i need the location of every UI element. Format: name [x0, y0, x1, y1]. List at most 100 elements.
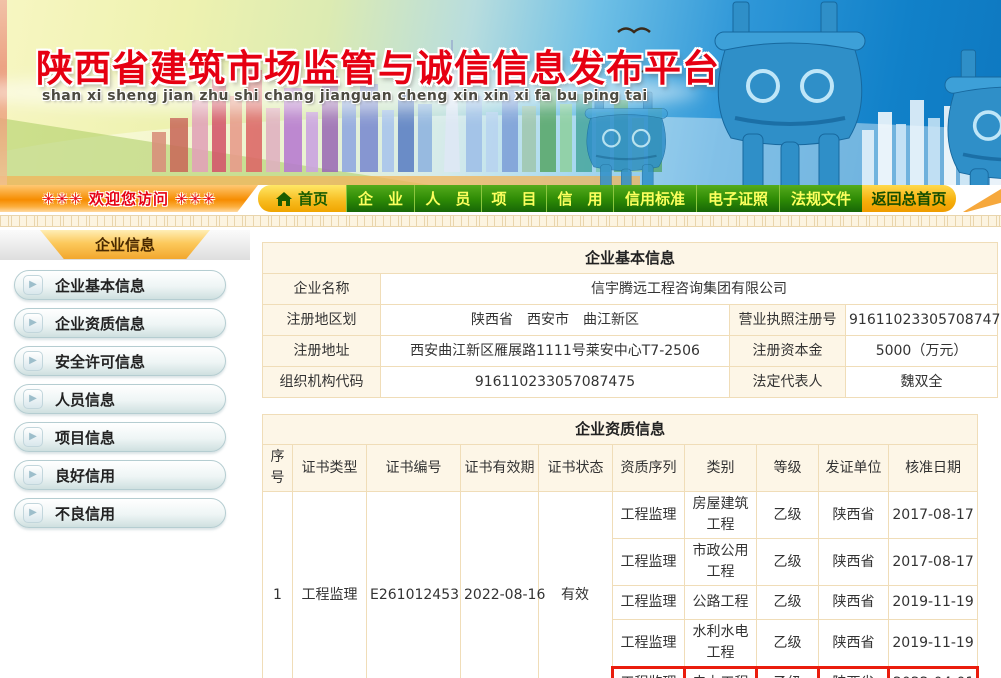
sidebar-tab-enterprise-info: 企业信息	[40, 230, 210, 259]
sidebar-item-basic-info[interactable]: ▶ 企业基本信息	[14, 270, 226, 300]
qualification-table: 企业资质信息 序号 证书类型 证书编号 证书有效期 证书状态 资质序列 类别 等…	[262, 414, 979, 678]
qualification-title: 企业资质信息	[263, 415, 978, 445]
arrow-right-icon: ▶	[23, 351, 43, 371]
item-series: 工程监理	[613, 539, 685, 586]
sidebar-item-label: 项目信息	[55, 427, 115, 448]
main-navbar: ✳✳✳ 欢迎您访问 ✳✳✳ 首页 企 业 人 员 项 目 信 用 信用标准 电子…	[0, 185, 1001, 212]
cert-type: 工程监理	[293, 492, 367, 678]
sidebar-item-label: 企业资质信息	[55, 313, 145, 334]
sidebar: 企业信息 ▶ 企业基本信息 ▶ 企业资质信息 ▶ 安全许可信息 ▶ 人员信息	[0, 230, 250, 678]
nav-item-return-homepage[interactable]: 返回总首页	[862, 185, 956, 212]
nav-item-label: 信用标准	[625, 188, 685, 209]
sidebar-item-personnel-info[interactable]: ▶ 人员信息	[14, 384, 226, 414]
col-header-cert-number: 证书编号	[367, 445, 461, 492]
nav-item-label: 电子证照	[708, 188, 768, 209]
lattice-strip-wrap	[0, 212, 1001, 230]
nav-item-label: 信 用	[557, 188, 602, 209]
nav-item-label: 人 员	[425, 188, 470, 209]
nav-item-home[interactable]: 首页	[258, 185, 346, 212]
item-category: 公路工程	[685, 586, 757, 620]
table-header-row: 序号 证书类型 证书编号 证书有效期 证书状态 资质序列 类别 等级 发证单位 …	[263, 445, 978, 492]
page: 陕西省建筑市场监管与诚信信息发布平台 shan xi sheng jian zh…	[0, 0, 1001, 678]
address-label: 注册地址	[263, 336, 381, 367]
item-series: 工程监理	[613, 492, 685, 539]
nav-item-enterprise[interactable]: 企 业	[346, 185, 414, 212]
item-grade: 乙级	[757, 586, 819, 620]
item-category: 房屋建筑工程	[685, 492, 757, 539]
legal-rep-value: 魏双全	[846, 367, 998, 398]
col-header-approval-date: 核准日期	[889, 445, 978, 492]
site-subtitle-pinyin: shan xi sheng jian zhu shi chang jiangua…	[42, 88, 648, 104]
col-header-grade: 等级	[757, 445, 819, 492]
table-row: 组织机构代码 916110233057087475 法定代表人 魏双全	[263, 367, 998, 398]
nav-item-credit[interactable]: 信 用	[546, 185, 613, 212]
arrow-right-icon: ▶	[23, 465, 43, 485]
basic-info-title: 企业基本信息	[263, 243, 998, 274]
license-number-label: 营业执照注册号	[730, 305, 846, 336]
nav-item-label: 项 目	[491, 188, 536, 209]
main-panel: 企业基本信息 企业名称 信宇腾远工程咨询集团有限公司 注册地区划 陕西省 西安市…	[250, 230, 1001, 678]
item-issuer: 陕西省	[819, 492, 889, 539]
bird-icon	[618, 29, 650, 33]
arrow-right-icon: ▶	[23, 389, 43, 409]
item-date: 2019-11-19	[889, 586, 978, 620]
item-category: 电力工程	[685, 668, 757, 678]
lattice-pattern	[0, 215, 1001, 227]
company-name-label: 企业名称	[263, 274, 381, 305]
nav-item-e-certificate[interactable]: 电子证照	[696, 185, 779, 212]
sidebar-item-label: 不良信用	[55, 503, 115, 524]
capital-label: 注册资本金	[730, 336, 846, 367]
qualification-row: 1 工程监理 E261012453 2022-08-16 有效 工程监理 房屋建…	[263, 492, 978, 539]
item-date: 2017-08-17	[889, 492, 978, 539]
item-grade: 乙级	[757, 620, 819, 668]
nav-item-label: 企 业	[358, 188, 403, 209]
item-issuer: 陕西省	[819, 620, 889, 668]
nav-decorative-wedge	[956, 185, 1001, 212]
table-row: 注册地址 西安曲江新区雁展路1111号莱安中心T7-2506 注册资本金 500…	[263, 336, 998, 367]
content-area: 企业信息 ▶ 企业基本信息 ▶ 企业资质信息 ▶ 安全许可信息 ▶ 人员信息	[0, 230, 1001, 678]
col-header-seq: 序号	[263, 445, 293, 492]
sidebar-item-bad-credit[interactable]: ▶ 不良信用	[14, 498, 226, 528]
address-value: 西安曲江新区雁展路1111号莱安中心T7-2506	[381, 336, 730, 367]
region-value: 陕西省 西安市 曲江新区	[381, 305, 730, 336]
sidebar-item-good-credit[interactable]: ▶ 良好信用	[14, 460, 226, 490]
col-header-status: 证书状态	[539, 445, 613, 492]
nav-home-label: 首页	[298, 188, 328, 209]
col-header-valid-until: 证书有效期	[461, 445, 539, 492]
nav-item-personnel[interactable]: 人 员	[414, 185, 481, 212]
cert-seq: 1	[263, 492, 293, 678]
item-category: 市政公用工程	[685, 539, 757, 586]
welcome-text: ✳✳✳ 欢迎您访问 ✳✳✳	[42, 188, 216, 209]
org-code-value: 916110233057087475	[381, 367, 730, 398]
sidebar-item-qualification-info[interactable]: ▶ 企业资质信息	[14, 308, 226, 338]
nav-item-project[interactable]: 项 目	[481, 185, 546, 212]
cert-status: 有效	[539, 492, 613, 678]
item-series: 工程监理	[613, 620, 685, 668]
item-date: 2017-08-17	[889, 539, 978, 586]
header-banner: 陕西省建筑市场监管与诚信信息发布平台 shan xi sheng jian zh…	[0, 0, 1001, 185]
nav-return-label: 返回总首页	[871, 188, 946, 209]
legal-rep-label: 法定代表人	[730, 367, 846, 398]
sidebar-item-project-info[interactable]: ▶ 项目信息	[14, 422, 226, 452]
nav-item-credit-standard[interactable]: 信用标准	[613, 185, 696, 212]
basic-info-table: 企业基本信息 企业名称 信宇腾远工程咨询集团有限公司 注册地区划 陕西省 西安市…	[262, 242, 998, 398]
sidebar-menu: ▶ 企业基本信息 ▶ 企业资质信息 ▶ 安全许可信息 ▶ 人员信息 ▶ 项目	[0, 260, 250, 528]
arrow-right-icon: ▶	[23, 503, 43, 523]
item-grade: 乙级	[757, 668, 819, 678]
sidebar-item-safety-license[interactable]: ▶ 安全许可信息	[14, 346, 226, 376]
capital-value: 5000（万元）	[846, 336, 998, 367]
arrow-right-icon: ▶	[23, 313, 43, 333]
table-row: 注册地区划 陕西省 西安市 曲江新区 营业执照注册号 9161102330570…	[263, 305, 998, 336]
item-date: 2022-04-01	[889, 668, 978, 678]
sidebar-item-label: 人员信息	[55, 389, 115, 410]
nav-item-regulations[interactable]: 法规文件	[779, 185, 862, 212]
arrow-right-icon: ▶	[23, 275, 43, 295]
item-series: 工程监理	[613, 668, 685, 678]
col-header-series: 资质序列	[613, 445, 685, 492]
sidebar-header-bar: 企业信息	[0, 230, 250, 260]
item-issuer: 陕西省	[819, 668, 889, 678]
cert-number: E261012453	[367, 492, 461, 678]
sidebar-item-label: 安全许可信息	[55, 351, 145, 372]
table-row: 企业名称 信宇腾远工程咨询集团有限公司	[263, 274, 998, 305]
item-series: 工程监理	[613, 586, 685, 620]
